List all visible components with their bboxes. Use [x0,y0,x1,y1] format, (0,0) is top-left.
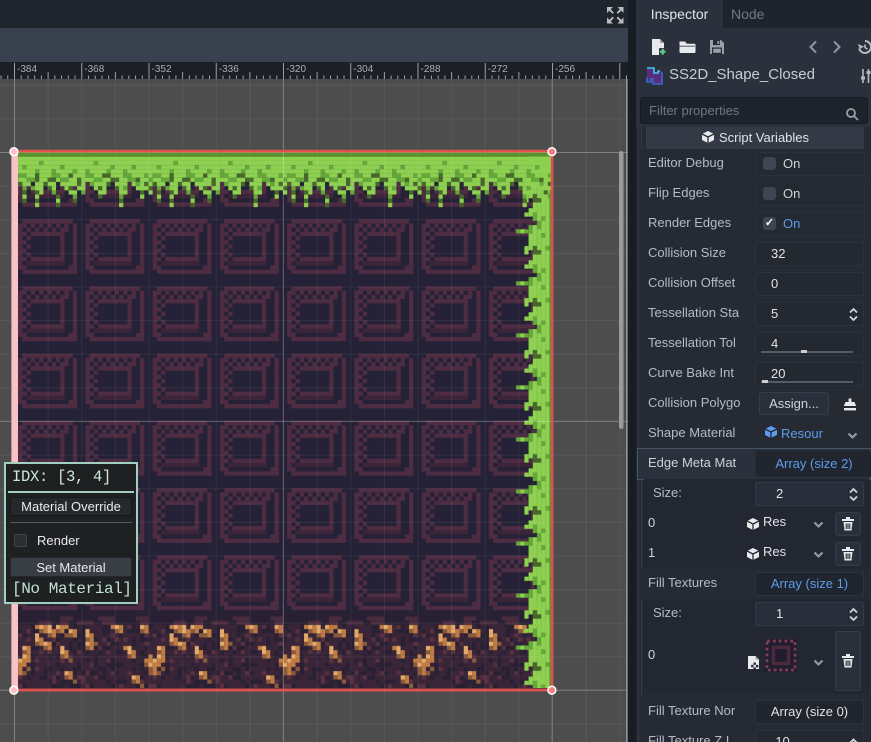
svg-text:-304: -304 [353,64,373,75]
svg-text:-368: -368 [84,64,104,75]
svg-text:-272: -272 [488,64,508,75]
svg-text:-384: -384 [17,64,37,75]
svg-text:-288: -288 [421,64,441,75]
svg-text:-352: -352 [152,64,172,75]
svg-text:-320: -320 [286,64,306,75]
svg-text:-256: -256 [555,64,575,75]
svg-text:-336: -336 [219,64,239,75]
